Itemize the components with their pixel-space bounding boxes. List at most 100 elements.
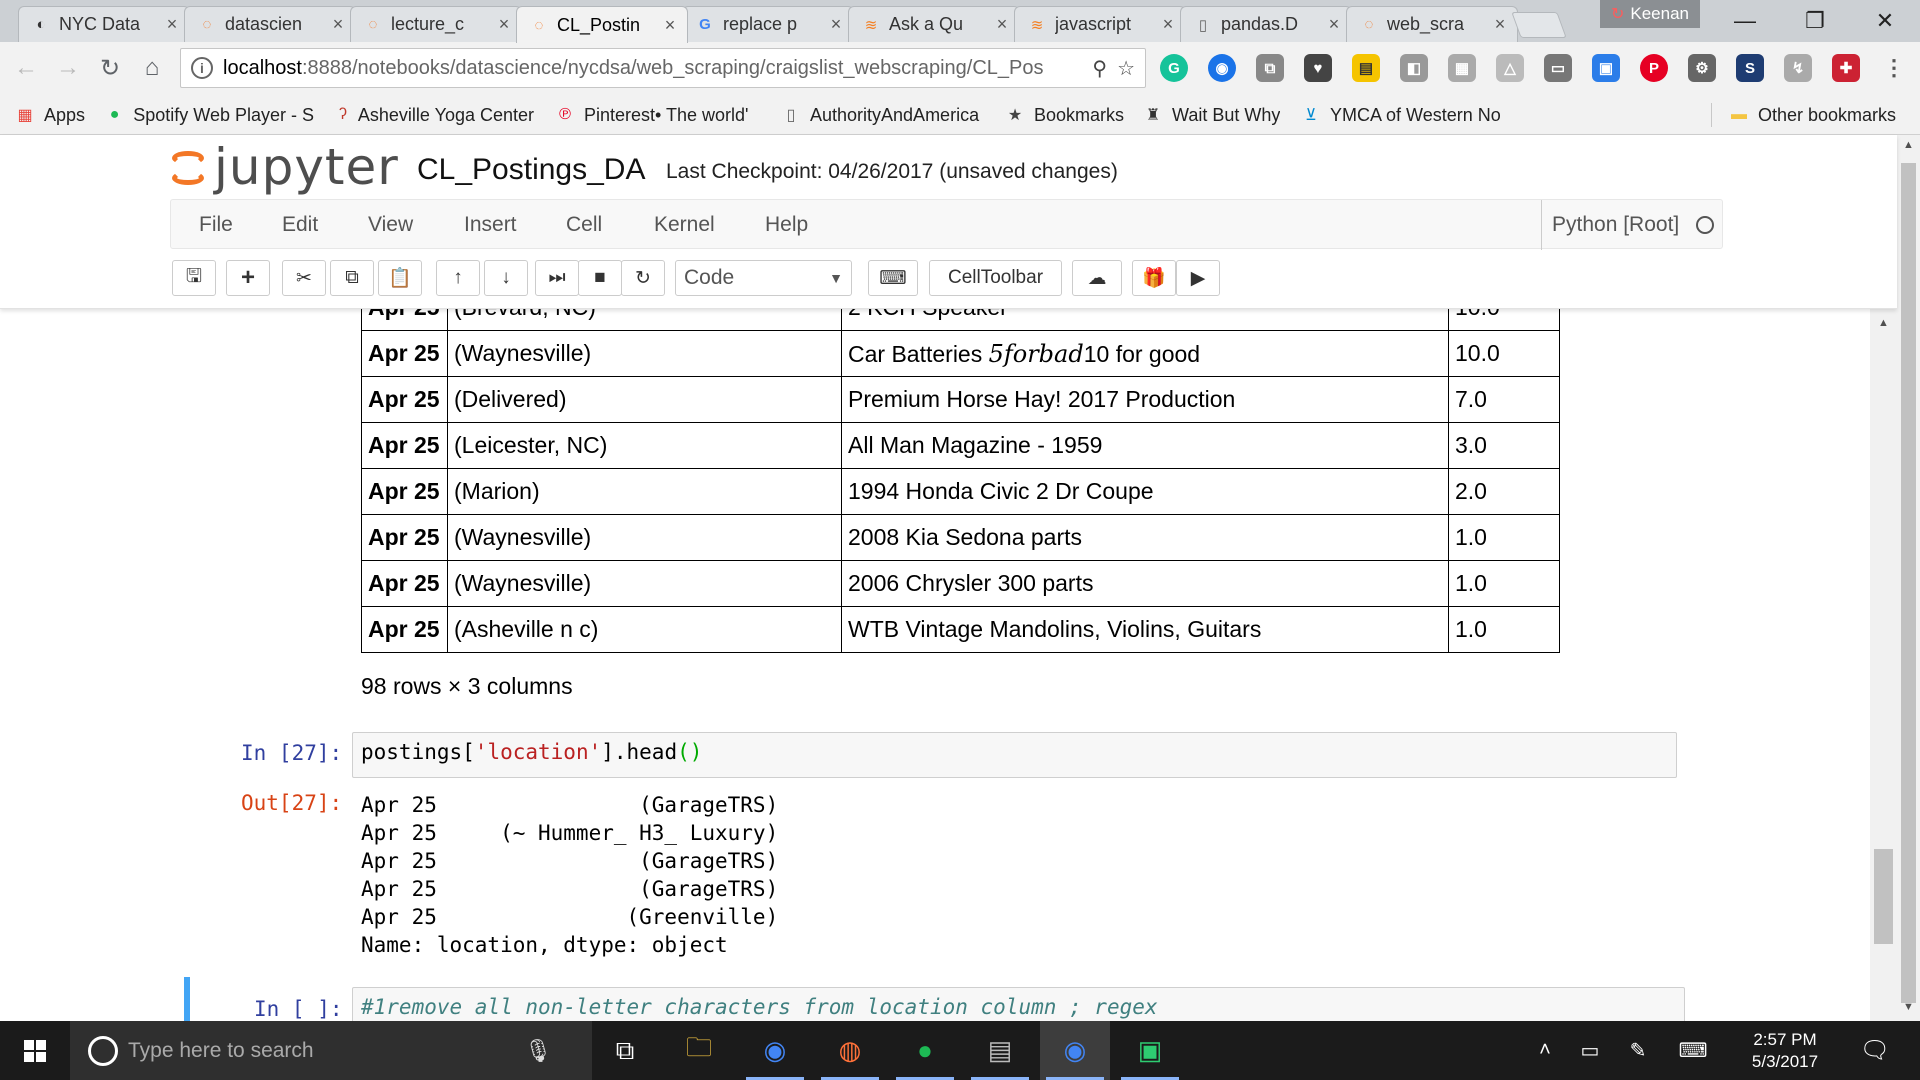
celltoolbar-button[interactable]: CellToolbar bbox=[929, 260, 1062, 296]
extension-drive-icon[interactable]: △ bbox=[1496, 54, 1524, 82]
close-tab-icon[interactable]: × bbox=[661, 15, 679, 36]
firefox-icon[interactable]: ◍ bbox=[815, 1021, 885, 1080]
address-bar[interactable]: i localhost :8888/notebooks/datascience/… bbox=[180, 48, 1146, 88]
profile-button[interactable]: ↻ Keenan bbox=[1600, 0, 1700, 28]
cell-type-select[interactable]: Code ▼ bbox=[675, 260, 852, 296]
scroll-up-icon[interactable]: ▲ bbox=[1870, 317, 1897, 337]
notebook-scrollbar[interactable]: ▲ bbox=[1870, 309, 1897, 1021]
bookmark-other[interactable]: ▬ Other bookmarks bbox=[1728, 95, 1896, 135]
app-monitor-icon[interactable]: ▤ bbox=[965, 1021, 1035, 1080]
close-tab-icon[interactable]: × bbox=[1159, 14, 1177, 35]
file-explorer-icon[interactable]: 🗀 bbox=[664, 1021, 734, 1080]
extension-menu-icon[interactable]: ▤ bbox=[1352, 54, 1380, 82]
extension-copy-icon[interactable]: ⧉ bbox=[1256, 54, 1284, 82]
move-up-button[interactable]: ↑ bbox=[436, 260, 480, 296]
minimize-icon[interactable]: — bbox=[1710, 0, 1780, 42]
command-palette-button[interactable]: ⌨ bbox=[868, 260, 918, 296]
jupyter-logo[interactable]: jupyter bbox=[170, 137, 399, 197]
close-tab-icon[interactable]: × bbox=[1491, 14, 1509, 35]
menu-cell[interactable]: Cell bbox=[566, 200, 602, 250]
insert-cell-button[interactable]: + bbox=[226, 260, 270, 296]
cast-icon[interactable]: ▭ bbox=[1544, 54, 1572, 82]
system-clock[interactable]: 2:57 PM 5/3/2017 bbox=[1730, 1029, 1840, 1073]
spotify-taskbar-icon[interactable]: ● bbox=[890, 1021, 960, 1080]
zoom-icon[interactable]: ⚲ bbox=[1092, 56, 1107, 81]
kernel-name[interactable]: Python [Root] bbox=[1541, 200, 1679, 250]
extension-screen-icon[interactable]: ▣ bbox=[1592, 54, 1620, 82]
home-icon[interactable]: ⌂ bbox=[134, 50, 170, 86]
menu-help[interactable]: Help bbox=[765, 200, 808, 250]
taskbar-search[interactable]: Type here to search 🎙 bbox=[70, 1021, 592, 1080]
close-tab-icon[interactable]: × bbox=[827, 14, 845, 35]
browser-tab-replace[interactable]: G replace p × bbox=[682, 6, 854, 42]
save-button[interactable]: 🖫 bbox=[172, 260, 216, 296]
tray-chevron-icon[interactable]: ˄ bbox=[1530, 1021, 1560, 1080]
browser-tab-cl-postings[interactable]: ◌ CL_Postin × bbox=[516, 6, 688, 43]
browser-tab-ask-question[interactable]: ≋ Ask a Qu × bbox=[848, 6, 1020, 42]
extension-eye-icon[interactable]: ◉ bbox=[1208, 54, 1236, 82]
cloud-upload-button[interactable]: ☁ bbox=[1072, 260, 1122, 296]
notification-center-icon[interactable]: 🗨 bbox=[1850, 1021, 1900, 1080]
browser-tab-lecture[interactable]: ◌ lecture_c × bbox=[350, 6, 522, 42]
chrome-active-taskbar-icon[interactable]: ◉ bbox=[1040, 1021, 1110, 1080]
menu-view[interactable]: View bbox=[368, 200, 413, 250]
gift-button[interactable]: 🎁 bbox=[1132, 260, 1176, 296]
start-button[interactable] bbox=[0, 1021, 70, 1080]
pinterest-icon[interactable]: P bbox=[1640, 54, 1668, 82]
scroll-up-icon[interactable]: ▲ bbox=[1897, 139, 1920, 159]
reload-icon[interactable]: ↻ bbox=[92, 50, 128, 86]
page-scrollbar[interactable]: ▲ ▼ bbox=[1897, 135, 1920, 1021]
bookmark-yoga[interactable]: ʔ Asheville Yoga Center bbox=[336, 95, 534, 135]
restore-icon[interactable]: ❐ bbox=[1780, 0, 1850, 42]
chrome-menu-icon[interactable]: ⋮ bbox=[1880, 54, 1908, 82]
keyboard-icon[interactable]: ⌨ bbox=[1670, 1021, 1716, 1080]
bookmark-pinterest[interactable]: ℗ Pinterest • The world' bbox=[554, 95, 764, 135]
menu-edit[interactable]: Edit bbox=[282, 200, 318, 250]
pocket-icon[interactable]: ♥ bbox=[1304, 54, 1332, 82]
notebook-name[interactable]: CL_Postings_DA bbox=[417, 153, 645, 187]
browser-tab-web-scraping[interactable]: ◌ web_scra × bbox=[1346, 6, 1518, 42]
code-cell-input[interactable]: #1remove all non-letter characters from … bbox=[352, 987, 1685, 1021]
close-window-icon[interactable]: ✕ bbox=[1850, 0, 1920, 42]
bookmark-apps[interactable]: ▦ Apps bbox=[14, 95, 85, 135]
browser-tab-datascience[interactable]: ◌ datascien × bbox=[184, 6, 356, 42]
extension-box-icon[interactable]: ◧ bbox=[1400, 54, 1428, 82]
new-tab-button[interactable] bbox=[1511, 12, 1567, 38]
close-tab-icon[interactable]: × bbox=[495, 14, 513, 35]
move-down-button[interactable]: ↓ bbox=[484, 260, 528, 296]
extension-docs-icon[interactable]: ▦ bbox=[1448, 54, 1476, 82]
extension-chart-icon[interactable]: ↯ bbox=[1784, 54, 1812, 82]
scroll-down-icon[interactable]: ▼ bbox=[1897, 1001, 1920, 1021]
close-tab-icon[interactable]: × bbox=[1325, 14, 1343, 35]
menu-file[interactable]: File bbox=[199, 200, 233, 250]
bookmark-star-icon[interactable]: ☆ bbox=[1117, 56, 1135, 81]
grammarly-icon[interactable]: G bbox=[1160, 54, 1188, 82]
restart-kernel-button[interactable]: ↻ bbox=[621, 260, 665, 296]
interrupt-button[interactable]: ■ bbox=[578, 260, 622, 296]
bookmark-spotify[interactable]: ● Spotify Web Player - S bbox=[104, 95, 314, 135]
pen-icon[interactable]: ✎ bbox=[1620, 1021, 1656, 1080]
menu-insert[interactable]: Insert bbox=[464, 200, 517, 250]
code-cell-input[interactable]: postings['location'].head() bbox=[352, 732, 1677, 778]
microphone-icon[interactable]: 🎙 bbox=[524, 1038, 552, 1064]
close-tab-icon[interactable]: × bbox=[163, 14, 181, 35]
site-info-icon[interactable]: i bbox=[191, 57, 213, 79]
back-icon[interactable]: ← bbox=[8, 50, 44, 86]
bookmark-authority[interactable]: ▯ AuthorityAndAmerica bbox=[780, 95, 984, 135]
browser-tab-pandas[interactable]: ▯ pandas.D × bbox=[1180, 6, 1352, 42]
scrollbar-thumb[interactable] bbox=[1901, 163, 1916, 1003]
chrome-taskbar-icon[interactable]: ◉ bbox=[740, 1021, 810, 1080]
browser-tab-javascript[interactable]: ≋ javascript × bbox=[1014, 6, 1186, 42]
app-window-icon[interactable]: ▣ bbox=[1115, 1021, 1185, 1080]
paste-button[interactable]: 📋 bbox=[378, 260, 422, 296]
copy-button[interactable]: ⧉ bbox=[330, 260, 374, 296]
extension-puzzle-icon[interactable]: ✚ bbox=[1832, 54, 1860, 82]
bookmark-waitbutwhy[interactable]: ♜ Wait But Why bbox=[1142, 95, 1281, 135]
battery-icon[interactable]: ▭ bbox=[1572, 1021, 1608, 1080]
scrollbar-thumb[interactable] bbox=[1874, 849, 1893, 944]
run-cell-button[interactable]: ⏭ bbox=[535, 260, 579, 296]
forward-icon[interactable]: → bbox=[50, 50, 86, 86]
slideshow-button[interactable]: ▶ bbox=[1176, 260, 1220, 296]
bookmark-ymca[interactable]: ⊻ YMCA of Western No bbox=[1300, 95, 1504, 135]
menu-kernel[interactable]: Kernel bbox=[654, 200, 715, 250]
